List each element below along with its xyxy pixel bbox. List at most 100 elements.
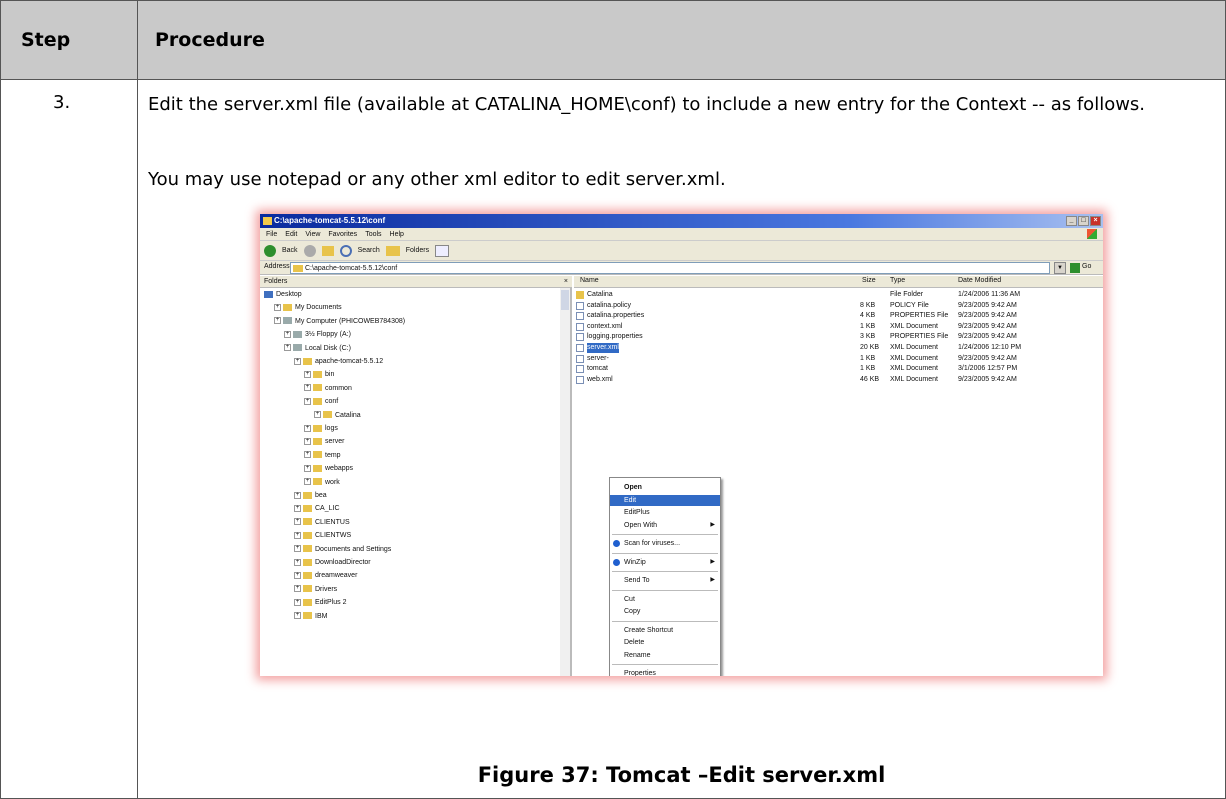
tree-item[interactable]: + My Computer (PHICOWEB784308): [274, 317, 405, 327]
tree-item[interactable]: + CA_LIC: [294, 504, 340, 514]
views-icon[interactable]: [435, 244, 450, 257]
tree-item[interactable]: + logs: [304, 424, 338, 434]
context-menu-item[interactable]: Delete: [610, 637, 720, 648]
tree-item[interactable]: + My Documents: [274, 303, 342, 313]
file-row[interactable]: catalina.policy 8 KB POLICY File 9/23/2005 …: [574, 301, 1103, 311]
tree-item[interactable]: + Drivers: [294, 585, 337, 595]
context-menu-item[interactable]: Create Shortcut: [610, 625, 720, 636]
menu-item[interactable]: Favorites: [328, 228, 357, 240]
tree-item[interactable]: Desktop: [264, 290, 302, 300]
close-icon[interactable]: ×: [1090, 216, 1101, 226]
menu-item[interactable]: Tools: [365, 228, 381, 240]
column-header[interactable]: Date Modified: [958, 277, 1001, 284]
close-pane-icon[interactable]: ×: [564, 276, 568, 288]
expand-icon[interactable]: +: [294, 518, 301, 526]
minimize-icon[interactable]: _: [1066, 216, 1077, 226]
folders-icon[interactable]: [385, 245, 400, 256]
forward-arrow-icon[interactable]: [303, 244, 316, 257]
folder-up-icon[interactable]: [321, 245, 334, 256]
search-icon[interactable]: [339, 244, 352, 257]
tree-item[interactable]: + Documents and Settings: [294, 545, 391, 555]
expand-icon[interactable]: +: [304, 397, 311, 405]
menu-item[interactable]: Edit: [285, 228, 297, 240]
context-menu-item[interactable]: Cut: [610, 594, 720, 605]
menu-item[interactable]: File: [266, 228, 277, 240]
tree-item[interactable]: +3½ Floppy (A:): [284, 330, 351, 340]
file-row[interactable]: catalina.properties 4 KB PROPERTIES File 9/…: [574, 311, 1103, 321]
expand-icon[interactable]: +: [304, 464, 311, 472]
expand-icon[interactable]: +: [284, 344, 291, 352]
menu-item[interactable]: Help: [390, 228, 404, 240]
scrollbar-thumb[interactable]: [561, 290, 569, 310]
folders-scrollbar[interactable]: [560, 288, 570, 676]
context-menu-item[interactable]: Rename: [610, 650, 720, 661]
expand-icon[interactable]: +: [304, 424, 311, 432]
expand-icon[interactable]: +: [294, 545, 301, 553]
file-row[interactable]: server- 1 KB XML Document 9/23/2005 9:42 AM: [574, 354, 1103, 364]
file-row[interactable]: tomcat 1 KB XML Document 3/1/2006 12:57 PM: [574, 364, 1103, 374]
tree-item[interactable]: + conf: [304, 397, 338, 407]
expand-icon[interactable]: +: [294, 598, 301, 606]
context-menu-item[interactable]: Copy: [610, 606, 720, 617]
context-menu-item[interactable]: Open With ▶: [610, 520, 720, 531]
expand-icon[interactable]: +: [294, 357, 301, 365]
context-menu-item[interactable]: EditPlus: [610, 507, 720, 518]
address-dropdown-icon[interactable]: ▼: [1054, 262, 1066, 274]
expand-icon[interactable]: +: [294, 558, 301, 566]
tree-item[interactable]: + Catalina: [314, 411, 361, 421]
tree-item[interactable]: + bea: [294, 491, 327, 501]
column-header[interactable]: Name: [580, 277, 599, 284]
expand-icon[interactable]: +: [294, 531, 301, 539]
file-row[interactable]: Catalina File Folder 1/24/2006 11:36 AM: [574, 290, 1103, 300]
tree-item[interactable]: + DownloadDirector: [294, 558, 371, 568]
expand-icon[interactable]: +: [304, 438, 311, 446]
file-row[interactable]: web.xml 46 KB XML Document 9/23/2005 9:42 A…: [574, 375, 1103, 385]
context-menu-item[interactable]: Send To ▶: [610, 575, 720, 586]
context-menu-item[interactable]: Properties: [610, 668, 720, 676]
tree-item[interactable]: + common: [304, 384, 352, 394]
file-row[interactable]: context.xml 1 KB XML Document 9/23/2005 9:4…: [574, 322, 1103, 332]
tree-item[interactable]: + EditPlus 2: [294, 598, 347, 608]
expand-icon[interactable]: +: [304, 371, 311, 379]
menu-item[interactable]: View: [305, 228, 320, 240]
column-header[interactable]: Type: [890, 277, 905, 284]
expand-icon[interactable]: +: [294, 572, 301, 580]
tree-item[interactable]: + work: [304, 478, 340, 488]
expand-icon[interactable]: +: [274, 317, 281, 325]
tree-item[interactable]: + dreamweaver: [294, 571, 357, 581]
expand-icon[interactable]: +: [294, 612, 301, 620]
context-menu-item[interactable]: WinZip ▶: [610, 557, 720, 568]
context-menu-item[interactable]: Open: [610, 482, 720, 493]
address-input[interactable]: C:\apache-tomcat-5.5.12\conf: [290, 262, 1050, 274]
file-row[interactable]: logging.properties 3 KB PROPERTIES File 9/2…: [574, 332, 1103, 342]
expand-icon[interactable]: +: [314, 411, 321, 419]
file-row[interactable]: server.xml 20 KB XML Document 1/24/2006 12:…: [574, 343, 1103, 353]
tree-item[interactable]: + apache-tomcat-5.5.12: [294, 357, 383, 367]
tree-item[interactable]: + CLIENTWS: [294, 531, 351, 541]
go-button[interactable]: Go: [1070, 263, 1091, 273]
expand-icon[interactable]: +: [284, 330, 291, 338]
context-menu-item[interactable]: Edit: [610, 494, 720, 506]
search-label[interactable]: Search: [358, 247, 380, 254]
expand-icon[interactable]: +: [304, 384, 311, 392]
tree-item[interactable]: + CLIENTUS: [294, 518, 350, 528]
tree-item[interactable]: + IBM: [294, 612, 327, 622]
folder-icon: [303, 585, 312, 593]
expand-icon[interactable]: +: [294, 505, 301, 513]
column-header[interactable]: Size: [862, 277, 876, 284]
tree-item[interactable]: + temp: [304, 451, 341, 461]
expand-icon[interactable]: +: [274, 304, 281, 312]
back-label[interactable]: Back: [282, 247, 298, 254]
expand-icon[interactable]: +: [294, 585, 301, 593]
tree-item[interactable]: + Local Disk (C:): [284, 344, 351, 354]
tree-item[interactable]: + webapps: [304, 464, 353, 474]
expand-icon[interactable]: +: [294, 491, 301, 499]
tree-item[interactable]: + server: [304, 437, 344, 447]
maximize-icon[interactable]: □: [1078, 216, 1089, 226]
back-arrow-icon[interactable]: [264, 244, 276, 257]
expand-icon[interactable]: +: [304, 451, 311, 459]
tree-item[interactable]: + bin: [304, 370, 334, 380]
context-menu-item[interactable]: Scan for viruses...: [610, 538, 720, 549]
folders-label[interactable]: Folders: [406, 247, 429, 254]
expand-icon[interactable]: +: [304, 478, 311, 486]
